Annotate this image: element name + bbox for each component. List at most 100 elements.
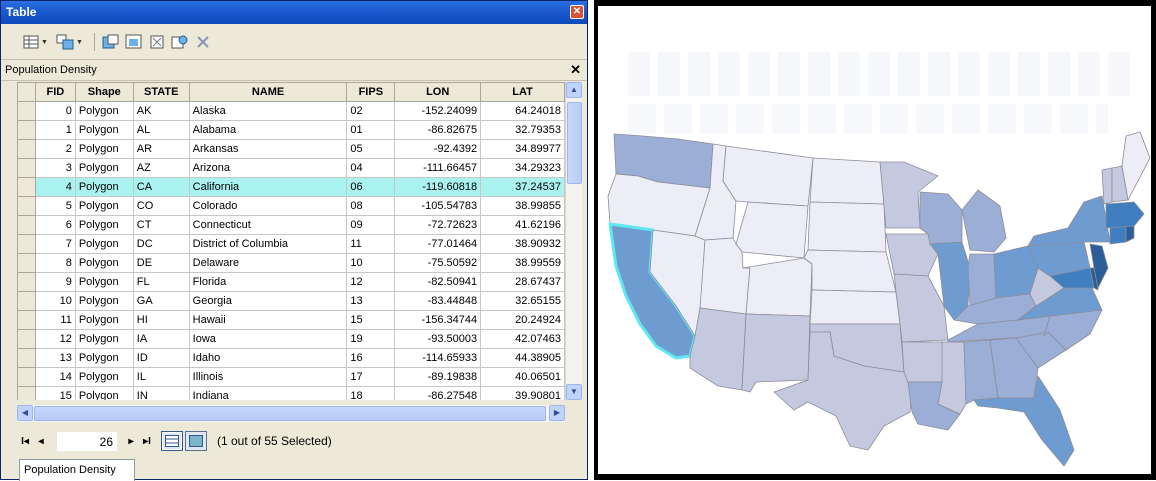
horizontal-scrollbar[interactable]: ◀ ▶ (17, 405, 565, 422)
row-selector[interactable] (17, 234, 36, 254)
table-cell[interactable]: Florida (188, 272, 348, 292)
state-MT[interactable] (722, 145, 814, 207)
column-header[interactable]: FID (34, 82, 76, 102)
table-cell[interactable]: AK (132, 101, 190, 121)
table-cell[interactable]: 8 (34, 253, 76, 273)
table-cell[interactable]: Polygon (74, 310, 134, 330)
row-selector[interactable] (17, 158, 36, 178)
record-number-input[interactable]: 26 (57, 431, 117, 451)
first-record-button[interactable]: I◂ (17, 436, 33, 447)
table-cell[interactable]: 01 (346, 120, 396, 140)
column-header[interactable]: FIPS (346, 82, 396, 102)
table-cell[interactable]: Indiana (188, 386, 348, 400)
state-ND[interactable] (809, 157, 885, 205)
state-NE[interactable] (803, 249, 897, 293)
table-row[interactable]: 8 Polygon DE Delaware 10 -75.50592 38.99559 (17, 253, 565, 273)
table-cell[interactable]: Polygon (74, 120, 134, 140)
table-cell[interactable]: 32.79353 (480, 120, 565, 140)
table-cell[interactable]: 13 (346, 291, 396, 311)
table-cell[interactable]: Illinois (188, 367, 348, 387)
table-cell[interactable]: -152.24099 (394, 101, 482, 121)
table-cell[interactable]: 64.24018 (480, 101, 565, 121)
switch-selection-icon[interactable] (125, 33, 144, 52)
table-cell[interactable]: IA (132, 329, 190, 349)
scroll-thumb[interactable] (34, 406, 546, 421)
row-selector[interactable] (17, 291, 36, 311)
table-cell[interactable]: 42.07463 (480, 329, 565, 349)
table-cell[interactable]: 02 (346, 101, 396, 121)
table-cell[interactable]: Polygon (74, 272, 134, 292)
table-cell[interactable]: Polygon (74, 367, 134, 387)
table-cell[interactable]: Polygon (74, 215, 134, 235)
table-cell[interactable]: Polygon (74, 386, 134, 400)
table-options-icon[interactable] (21, 33, 40, 52)
table-cell[interactable]: 28.67437 (480, 272, 565, 292)
table-cell[interactable]: 5 (34, 196, 76, 216)
row-selector[interactable] (17, 196, 36, 216)
table-row[interactable]: 1 Polygon AL Alabama 01 -86.82675 32.79353 (17, 120, 565, 140)
row-selector[interactable] (17, 329, 36, 349)
row-selector[interactable] (17, 101, 36, 121)
table-cell[interactable]: -75.50592 (394, 253, 482, 273)
table-cell[interactable]: AL (132, 120, 190, 140)
table-cell[interactable]: 7 (34, 234, 76, 254)
previous-record-button[interactable]: ◂ (33, 436, 49, 447)
table-cell[interactable]: 14 (34, 367, 76, 387)
delete-selected-icon[interactable] (194, 33, 213, 52)
table-cell[interactable]: 37.24537 (480, 177, 565, 197)
state-MS[interactable] (937, 341, 967, 415)
table-cell[interactable]: HI (132, 310, 190, 330)
table-cell[interactable]: 9 (34, 272, 76, 292)
table-cell[interactable]: -105.54783 (394, 196, 482, 216)
state-MA[interactable] (1105, 201, 1145, 229)
state-RI[interactable] (1125, 225, 1135, 243)
table-cell[interactable]: 06 (346, 177, 396, 197)
table-cell[interactable]: IN (132, 386, 190, 400)
window-titlebar[interactable]: Table ✕ (1, 1, 587, 24)
scroll-right-icon[interactable]: ▶ (549, 405, 565, 421)
table-cell[interactable]: 3 (34, 158, 76, 178)
table-cell[interactable]: Polygon (74, 158, 134, 178)
clear-selection-icon[interactable] (148, 33, 167, 52)
state-WY[interactable] (735, 201, 809, 259)
table-cell[interactable]: -86.82675 (394, 120, 482, 140)
table-cell[interactable]: Iowa (188, 329, 348, 349)
table-cell[interactable]: 38.99855 (480, 196, 565, 216)
table-cell[interactable]: 10 (346, 253, 396, 273)
row-selector[interactable] (17, 253, 36, 273)
table-cell[interactable]: 20.24924 (480, 310, 565, 330)
row-selector[interactable] (17, 272, 36, 292)
table-cell[interactable]: Hawaii (188, 310, 348, 330)
state-SD[interactable] (807, 201, 887, 253)
table-cell[interactable]: Colorado (188, 196, 348, 216)
zoom-to-selected-icon[interactable] (171, 33, 190, 52)
table-cell[interactable]: -77.01464 (394, 234, 482, 254)
table-cell[interactable]: 44.38905 (480, 348, 565, 368)
table-cell[interactable]: 4 (34, 177, 76, 197)
column-header[interactable]: LON (394, 82, 482, 102)
table-cell[interactable]: 39.90801 (480, 386, 565, 400)
table-cell[interactable]: Polygon (74, 139, 134, 159)
table-cell[interactable]: DE (132, 253, 190, 273)
state-CO[interactable] (742, 257, 813, 317)
row-selector[interactable] (17, 177, 36, 197)
table-cell[interactable]: 6 (34, 215, 76, 235)
row-selector[interactable] (17, 120, 36, 140)
table-row[interactable]: 6 Polygon CT Connecticut 09 -72.72623 41.62196 (17, 215, 565, 235)
table-row[interactable]: 13 Polygon ID Idaho 16 -114.65933 44.38905 (17, 348, 565, 368)
table-cell[interactable]: -72.72623 (394, 215, 482, 235)
panel-close-button[interactable]: ✕ (570, 60, 581, 80)
row-selector[interactable] (17, 367, 36, 387)
table-cell[interactable]: 18 (346, 386, 396, 400)
table-cell[interactable]: AZ (132, 158, 190, 178)
table-cell[interactable]: -92.4392 (394, 139, 482, 159)
table-row[interactable]: 10 Polygon GA Georgia 13 -83.44848 32.65155 (17, 291, 565, 311)
table-row[interactable]: 15 Polygon IN Indiana 18 -86.27548 39.90801 (17, 386, 565, 400)
next-record-button[interactable]: ▸ (123, 436, 139, 447)
table-cell[interactable]: CT (132, 215, 190, 235)
table-cell[interactable]: -83.44848 (394, 291, 482, 311)
state-VT[interactable] (1101, 167, 1113, 205)
table-cell[interactable]: Polygon (74, 348, 134, 368)
table-cell[interactable]: CA (132, 177, 190, 197)
table-cell[interactable]: IL (132, 367, 190, 387)
